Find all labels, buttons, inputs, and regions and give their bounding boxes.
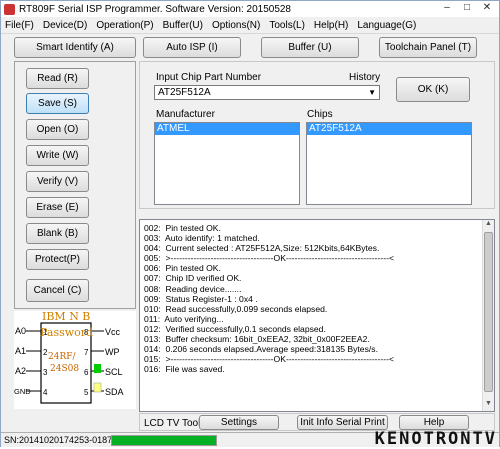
chips-label: Chips	[307, 109, 333, 120]
write-button[interactable]: Write (W)	[26, 145, 89, 166]
watermark-logo: KENOTRONTV	[374, 429, 497, 449]
pin-number: 3	[43, 368, 48, 377]
pin-label-wp: WP	[105, 347, 120, 357]
pin-label-vcc: Vcc	[105, 327, 121, 337]
smart-identify-button[interactable]: Smart Identify (A)	[14, 37, 136, 58]
log-line: 009: Status Register-1 : 0x4 .	[144, 293, 258, 304]
auto-isp-button[interactable]: Auto ISP (I)	[143, 37, 241, 58]
progress-fill	[112, 436, 216, 445]
log-line: 014: 0.206 seconds elapsed.Average speed…	[144, 344, 378, 355]
menu-options[interactable]: Options(N)	[212, 20, 260, 31]
log-line: 011: Auto verifying...	[144, 313, 224, 324]
chip-pinout-diagram: A0 A1 A2 GND 1 2 3 4 8 7 6 5 Vcc WP SCL …	[14, 310, 136, 409]
history-label: History	[349, 72, 381, 83]
pin-indicator	[93, 382, 102, 393]
init-info-serial-print-button[interactable]: Init Info Serial Print	[297, 415, 388, 430]
cancel-button[interactable]: Cancel (C)	[26, 279, 89, 302]
chip-item[interactable]: AT25F512A	[307, 123, 471, 135]
log-line: 002: Pin tested OK.	[144, 223, 221, 233]
pin-number: 6	[84, 368, 89, 377]
log-line: 004: Current selected : AT25F512A,Size: …	[144, 243, 380, 254]
serial-number: SN:20141020174253-018705	[4, 435, 123, 445]
pin-label-gnd: GND	[14, 387, 31, 396]
log-line: 008: Reading device.......	[144, 283, 242, 294]
scroll-thumb[interactable]	[484, 232, 493, 392]
overlay-text-2: Password	[40, 326, 93, 339]
pin-label-a0: A0	[15, 326, 26, 336]
dropdown-arrow-icon[interactable]: ▼	[368, 86, 376, 99]
pin-label-a1: A1	[15, 346, 26, 356]
pin-number: 7	[84, 348, 89, 357]
menu-device[interactable]: Device(D)	[43, 20, 87, 31]
part-number-label: Input Chip Part Number	[156, 72, 262, 83]
settings-button[interactable]: Settings	[199, 415, 279, 430]
pin-label-a2: A2	[15, 366, 26, 376]
chip-marking-1: 24RF/	[48, 352, 76, 362]
erase-button[interactable]: Erase (E)	[26, 197, 89, 218]
log-line: 010: Read successfully,0.099 seconds ela…	[144, 303, 328, 314]
toolchain-panel-button[interactable]: Toolchain Panel (T)	[379, 37, 477, 58]
protect-button[interactable]: Protect(P)	[26, 249, 89, 270]
part-number-combo[interactable]: AT25F512A ▼	[154, 85, 380, 100]
part-number-value: AT25F512A	[158, 87, 211, 98]
menu-language[interactable]: Language(G)	[357, 20, 416, 31]
window-title: RT809F Serial ISP Programmer. Software V…	[19, 3, 291, 15]
maximize-icon[interactable]: □	[457, 2, 477, 15]
log-scrollbar[interactable]: ▲ ▼	[482, 220, 494, 411]
minimize-icon[interactable]: –	[437, 2, 457, 15]
manufacturer-label: Manufacturer	[156, 109, 215, 120]
title-bar: RT809F Serial ISP Programmer. Software V…	[1, 1, 499, 17]
buffer-button[interactable]: Buffer (U)	[261, 37, 359, 58]
pin-label-scl: SCL	[105, 367, 123, 377]
manufacturer-item[interactable]: ATMEL	[155, 123, 299, 135]
app-window: RT809F Serial ISP Programmer. Software V…	[0, 0, 500, 449]
pin-number: 4	[43, 388, 48, 397]
window-controls: – □ ✕	[437, 2, 497, 15]
menu-bar: File(F) Device(D) Operation(P) Buffer(U)…	[1, 17, 499, 34]
log-line: 007: Chip ID verified OK.	[144, 273, 242, 284]
menu-help[interactable]: Help(H)	[314, 20, 348, 31]
help-button[interactable]: Help	[399, 415, 469, 430]
manufacturer-list[interactable]: ATMEL	[154, 122, 300, 205]
chip-marking-2: 24S08	[50, 364, 79, 374]
log-line: 005: >----------------------------------…	[144, 253, 395, 264]
menu-operation[interactable]: Operation(P)	[96, 20, 153, 31]
log-line: 003: Auto identify: 1 matched.	[144, 233, 260, 244]
pin-indicator	[94, 364, 101, 373]
ok-button[interactable]: OK (K)	[396, 77, 470, 102]
menu-file[interactable]: File(F)	[5, 20, 34, 31]
pin-number: 5	[84, 388, 89, 397]
log-output[interactable]: 002: Pin tested OK. 003: Auto identify: …	[139, 219, 495, 412]
menu-buffer[interactable]: Buffer(U)	[163, 20, 203, 31]
chip-pinout-svg: A0 A1 A2 GND 1 2 3 4 8 7 6 5 Vcc WP SCL …	[14, 310, 124, 404]
close-icon[interactable]: ✕	[477, 2, 497, 15]
menu-tools[interactable]: Tools(L)	[269, 20, 305, 31]
log-line: 016: File was saved.	[144, 364, 225, 375]
log-line: 013: Buffer checksum: 16bit_0xEEA2, 32bi…	[144, 334, 370, 345]
log-line: 015: >----------------------------------…	[144, 354, 395, 365]
open-button[interactable]: Open (O)	[26, 119, 89, 140]
save-button[interactable]: Save (S)	[26, 93, 89, 114]
pin-label-sda: SDA	[105, 387, 124, 397]
log-line: 006: Pin tested OK.	[144, 263, 221, 274]
scroll-up-icon[interactable]: ▲	[483, 220, 494, 231]
overlay-text-1: IBM N B	[42, 311, 90, 323]
app-icon	[4, 3, 15, 15]
log-line: 012: Verified successfully,0.1 seconds e…	[144, 323, 326, 334]
verify-button[interactable]: Verify (V)	[26, 171, 89, 192]
chips-list[interactable]: AT25F512A	[306, 122, 472, 205]
read-button[interactable]: Read (R)	[26, 68, 89, 89]
progress-bar	[111, 435, 217, 446]
blank-button[interactable]: Blank (B)	[26, 223, 89, 244]
scroll-down-icon[interactable]: ▼	[483, 400, 494, 411]
